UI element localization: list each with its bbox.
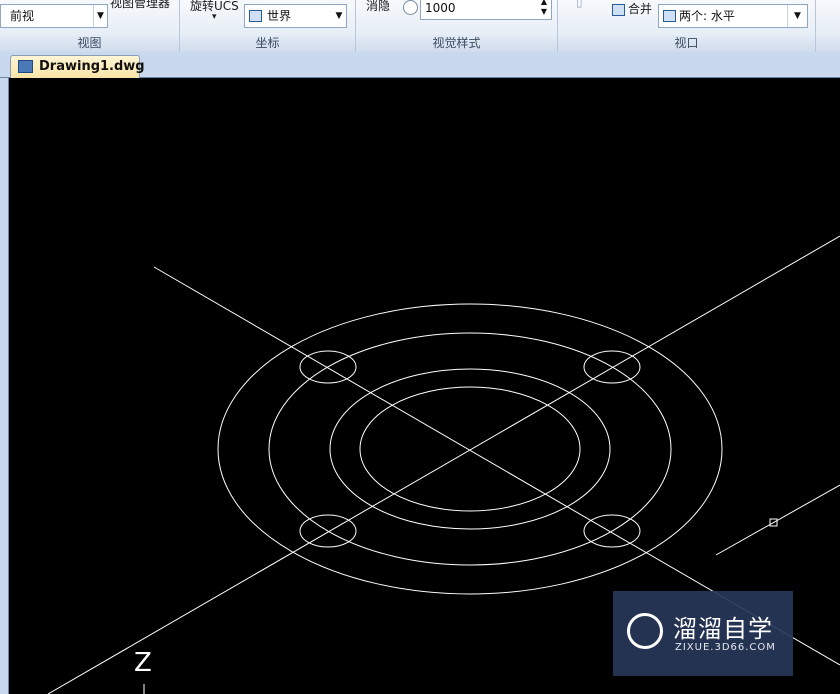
- watermark-text: 溜溜自学: [673, 615, 773, 643]
- chevron-down-icon: ▼: [787, 5, 807, 27]
- merge-icon: [612, 3, 625, 16]
- hide-button[interactable]: 消隐: [366, 0, 390, 14]
- ucs-axis-line: [715, 484, 840, 556]
- viewport-layout-icon: [663, 10, 676, 22]
- merge-button[interactable]: 合并: [612, 0, 652, 17]
- ucs-panel-title: 坐标: [180, 35, 355, 52]
- visual-style-value-field[interactable]: 1000 ▲ ▼: [420, 0, 552, 20]
- view-dropdown-value: 前视: [10, 9, 35, 23]
- left-frame-edge: [0, 78, 9, 694]
- visual-style-value: 1000: [425, 1, 456, 15]
- overflow-panel: [816, 0, 840, 52]
- tab-drawing1[interactable]: Drawing1.dwg: [10, 55, 145, 78]
- ucs-icon: [249, 10, 262, 22]
- play-logo-icon: [627, 613, 663, 649]
- ribbon: 前视 ▼ 视图管理器 视图 旋转UCS ▾ 世界 ▼ 坐标 消隐 1000 ▲ ▼: [0, 0, 840, 52]
- z-axis-label: Z: [134, 648, 152, 678]
- viewport-panel: ▯ 合并 两个: 水平 ▼ 视口: [558, 0, 816, 52]
- merge-label: 合并: [628, 2, 653, 16]
- view-panel: 前视 ▼ 视图管理器 视图: [0, 0, 180, 52]
- viewport-dropdown-value: 两个: 水平: [679, 9, 735, 23]
- watermark-subtext: ZIXUE.3D66.COM: [675, 642, 776, 653]
- spinner-arrows-icon[interactable]: ▲ ▼: [537, 0, 551, 19]
- viewport-dropdown[interactable]: 两个: 水平 ▼: [658, 4, 808, 28]
- view-manager-button[interactable]: 视图管理器: [110, 0, 170, 11]
- chevron-down-icon: ▼: [335, 11, 343, 21]
- viewport-panel-title: 视口: [558, 35, 815, 52]
- watermark: 溜溜自学 ZIXUE.3D66.COM: [613, 591, 793, 676]
- hide-radio[interactable]: [403, 0, 418, 15]
- overflow-panel-title: [816, 35, 840, 52]
- app-window: 前视 ▼ 视图管理器 视图 旋转UCS ▾ 世界 ▼ 坐标 消隐 1000 ▲ ▼: [0, 0, 840, 694]
- document-tab-bar: Drawing1.dwg: [0, 52, 840, 78]
- drawing-file-icon: [18, 60, 33, 73]
- visual-style-panel-title: 视觉样式: [356, 35, 557, 52]
- viewport-shape-button[interactable]: ▯: [576, 0, 583, 9]
- chevron-down-icon: ▼: [93, 5, 107, 27]
- view-panel-title: 视图: [0, 35, 179, 52]
- bolt-circle-ellipse: [268, 332, 672, 566]
- ucs-panel: 旋转UCS ▾ 世界 ▼ 坐标: [180, 0, 356, 52]
- ucs-dropdown-value: 世界: [267, 9, 292, 23]
- tab-label: Drawing1.dwg: [39, 59, 145, 74]
- drawing-canvas[interactable]: Z 溜溜自学 ZIXUE.3D66.COM: [9, 78, 840, 694]
- ucs-dropdown[interactable]: 世界 ▼: [244, 4, 347, 28]
- view-dropdown[interactable]: 前视 ▼: [0, 4, 108, 28]
- visual-style-panel: 消隐 1000 ▲ ▼ 视觉样式: [356, 0, 558, 52]
- rotate-ucs-chevron-icon: ▾: [212, 12, 217, 22]
